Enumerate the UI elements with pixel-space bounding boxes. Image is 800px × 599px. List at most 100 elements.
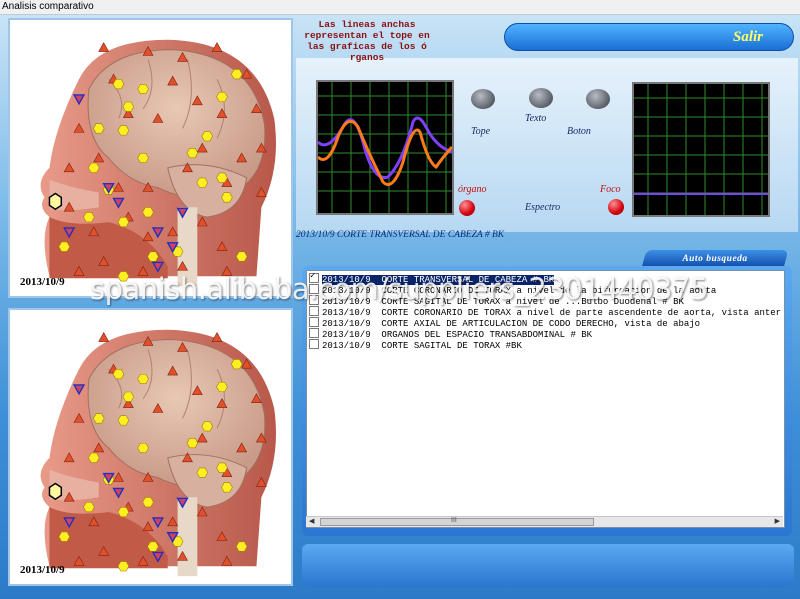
exit-button-label: Salir [732,29,763,45]
marker-triangle [167,365,179,376]
row-checkbox[interactable] [309,328,319,338]
marker-triangle [98,42,110,52]
scan-date: 2013/10/9 [20,276,65,288]
marker-triangle [73,122,85,133]
exit-button[interactable]: Salir [504,23,794,51]
marker-triangle [216,531,228,541]
marker-inverted-triangle [176,497,189,509]
marker-selected [48,192,63,211]
list-item[interactable]: 2013/10/9 CORTE SAGITAL DE TORAX #BK [309,339,522,351]
marker-triangle [191,385,203,396]
marker-hexagon [147,251,159,262]
marker-overlay [48,332,267,572]
marker-triangle [73,555,85,566]
head-scan-bottom[interactable]: 2013/10/9 [8,308,293,586]
organo-indicator[interactable] [459,200,475,216]
marker-inverted-triangle [151,517,164,529]
marker-triangle [182,452,193,463]
marker-hexagon [83,502,95,513]
marker-triangle [211,42,223,52]
marker-inverted-triangle [72,94,86,106]
boton-label: Boton [567,126,591,137]
marker-triangle [216,398,228,408]
marker-hexagon [137,152,149,164]
record-list[interactable]: 2013/10/9 CORTE TRANSVERSAL DE CABEZA # … [306,270,785,528]
marker-hexagon [88,452,100,463]
marker-triangle [177,341,188,352]
marker-triangle [63,452,75,463]
marker-hexagon [112,369,125,380]
marker-triangle [98,255,110,266]
marker-hexagon [117,125,130,136]
tope-knob[interactable] [471,89,495,109]
scan-date: 2013/10/9 [20,564,65,576]
window-title: Analisis comparativo [2,1,94,12]
marker-hexagon [216,381,228,392]
marker-triangle [152,113,164,123]
marker-hexagon [88,162,100,173]
foco-indicator[interactable] [608,199,624,215]
marker-triangle [142,46,154,56]
marker-triangle [142,521,154,532]
texto-label: Texto [525,113,547,124]
marker-triangle [196,216,208,227]
marker-triangle [211,332,223,342]
note-line: Las lineas anchas [318,19,416,30]
marker-hexagon [112,79,125,90]
marker-triangle [88,516,100,527]
marker-hexagon [216,91,228,102]
marker-triangle [73,412,85,423]
marker-triangle [167,75,179,86]
marker-hexagon [137,373,149,385]
scroll-right-icon[interactable]: ▶ [775,517,780,525]
marker-triangle [152,403,164,413]
marker-hexagon [201,131,213,142]
list-item[interactable]: 2013/10/9 ORGANOS DEL ESPACIO TRANSABDOM… [309,328,592,340]
list-item[interactable]: 2013/10/9 CORTE CORONARIO DE TORAX a niv… [309,306,781,318]
marker-inverted-triangle [112,487,125,499]
marker-triangle [93,442,105,453]
list-item[interactable]: 2013/10/9 CORTE AXIAL DE ARTICULACION DE… [309,317,700,329]
marker-hexagon [142,497,154,508]
marker-hexagon [122,101,135,112]
row-date: 2013/10/9 [322,341,371,351]
marker-triangle [98,545,110,556]
marker-inverted-triangle [72,384,86,396]
row-checkbox[interactable] [309,306,319,316]
marker-hexagon [216,462,228,473]
marker-selected [48,482,63,501]
marker-triangle [167,226,179,237]
marker-inverted-triangle [151,551,164,563]
row-checkbox[interactable] [309,339,319,349]
marker-triangle [113,472,124,482]
marker-hexagon [83,212,95,223]
row-checkbox[interactable] [309,317,319,327]
horizontal-scrollbar[interactable]: ◀ III ▶ [306,516,783,527]
boton-knob[interactable] [586,89,610,109]
legend-note: Las lineas anchas representan el tope en… [297,19,437,63]
marker-inverted-triangle [112,197,125,209]
marker-hexagon [230,359,243,370]
marker-triangle [142,336,154,346]
head-scan-top[interactable]: 2013/10/9 [8,18,293,298]
marker-triangle [113,182,124,192]
marker-triangle [196,506,208,517]
marker-triangle [63,201,75,212]
marker-hexagon [196,467,209,478]
marker-triangle [236,442,248,453]
marker-triangle [255,432,267,443]
espectro-label: Espectro [525,202,561,213]
title-bar: Analisis comparativo [0,0,800,15]
scroll-thumb[interactable]: III [320,517,594,526]
marker-triangle [255,186,267,197]
texto-knob[interactable] [529,88,553,108]
scroll-left-icon[interactable]: ◀ [309,517,314,525]
note-line: representan el tope en [304,30,430,41]
marker-triangle [93,152,105,163]
marker-hexagon [117,507,130,518]
marker-triangle [221,555,233,566]
marker-triangle [177,260,188,271]
row-text: CORTE SAGITAL DE TORAX #BK [381,341,522,351]
marker-triangle [251,103,262,113]
tope-label: Tope [471,126,491,137]
